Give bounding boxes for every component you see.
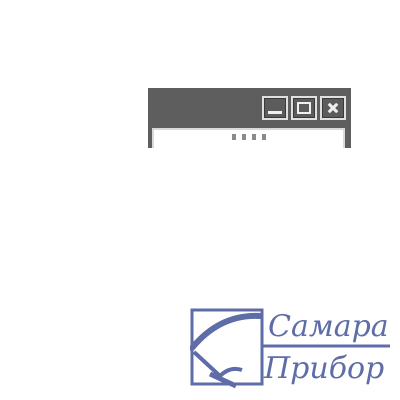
logo-text-line2: Прибор <box>264 351 385 386</box>
close-icon <box>326 102 340 114</box>
window-controls <box>262 96 346 120</box>
screen: Самара Прибор <box>0 0 400 400</box>
window-fragment <box>148 88 351 148</box>
blurred-content <box>232 134 266 140</box>
close-button[interactable] <box>320 96 346 120</box>
company-logo: Самара Прибор <box>190 308 392 390</box>
logo-text-line1: Самара <box>268 309 389 344</box>
minimize-button[interactable] <box>262 96 288 120</box>
restore-icon <box>297 102 311 114</box>
window-content-frame <box>152 128 345 148</box>
minimize-icon <box>268 102 282 114</box>
restore-button[interactable] <box>291 96 317 120</box>
